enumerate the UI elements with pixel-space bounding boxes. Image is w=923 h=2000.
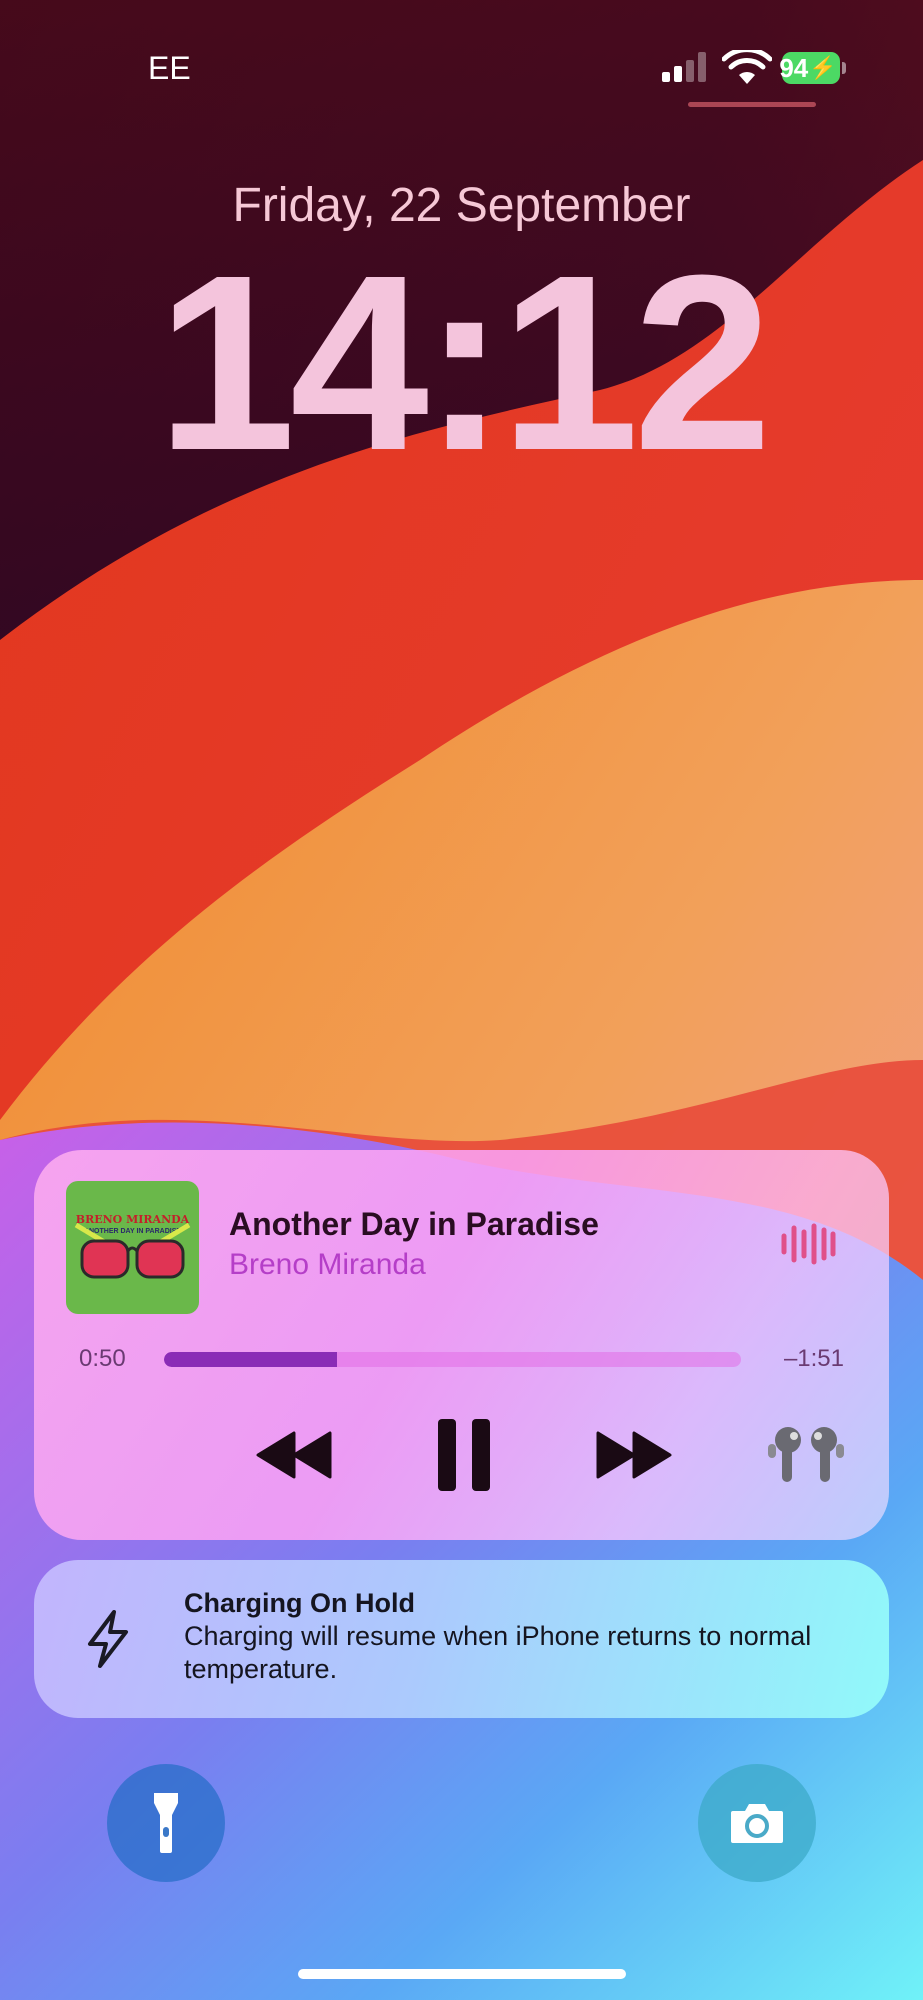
rewind-icon	[256, 1431, 332, 1479]
flashlight-icon	[154, 1793, 178, 1853]
lock-time: 14:12	[156, 223, 772, 502]
pause-button[interactable]	[424, 1412, 504, 1498]
now-playing-widget[interactable]: BRENO MIRANDA ANOTHER DAY IN PARADISE An…	[34, 1150, 889, 1540]
flashlight-button[interactable]	[107, 1764, 225, 1882]
home-indicator[interactable]	[298, 1969, 626, 1979]
notification-body: Charging will resume when iPhone returns…	[184, 1621, 812, 1684]
airplay-output-button[interactable]	[758, 1418, 854, 1490]
charging-bolt-icon: ⚡	[809, 55, 837, 80]
sunglasses-icon	[74, 1222, 191, 1279]
status-bar: EE 94 ⚡	[0, 0, 923, 120]
cellular-signal-icon	[662, 52, 706, 82]
airpods-icon	[768, 1427, 844, 1482]
album-art[interactable]: BRENO MIRANDA ANOTHER DAY IN PARADISE	[66, 1181, 199, 1314]
notification-title: Charging On Hold	[184, 1588, 415, 1618]
remaining-time: –1:51	[783, 1345, 844, 1372]
artist-name[interactable]: Breno Miranda	[229, 1248, 426, 1282]
wifi-icon	[722, 50, 772, 84]
fast-forward-button[interactable]	[584, 1420, 684, 1490]
playback-progress-fill	[164, 1352, 338, 1367]
fast-forward-icon	[596, 1431, 672, 1479]
audio-waveform-icon	[781, 1223, 836, 1265]
camera-icon	[731, 1804, 783, 1843]
status-indicator-line	[688, 102, 816, 107]
charging-notification[interactable]: Charging On Hold Charging will resume wh…	[34, 1560, 889, 1718]
track-title: Another Day in Paradise	[229, 1206, 599, 1242]
lightning-bolt-icon	[88, 1610, 128, 1668]
camera-button[interactable]	[698, 1764, 816, 1882]
battery-indicator: 94 ⚡	[779, 52, 840, 84]
elapsed-time: 0:50	[79, 1345, 126, 1372]
carrier-label: EE	[148, 50, 191, 86]
battery-nub	[842, 62, 846, 74]
battery-percent: 94	[779, 52, 809, 83]
pause-icon	[438, 1419, 490, 1491]
playback-scrubber[interactable]	[164, 1352, 741, 1367]
rewind-button[interactable]	[244, 1420, 344, 1490]
